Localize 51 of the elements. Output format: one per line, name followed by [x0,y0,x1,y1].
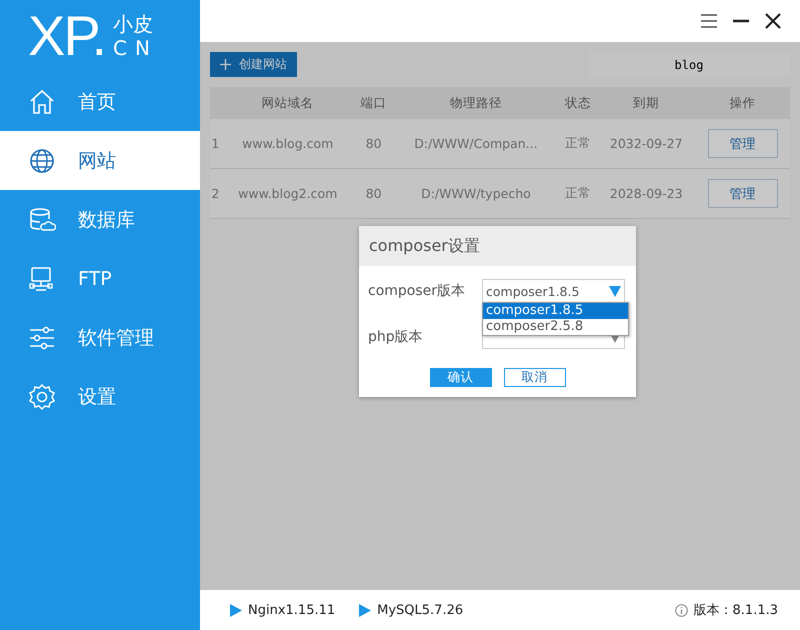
table-cell: 正常 [565,185,592,200]
table-cell: 80 [366,136,382,151]
cancel-button[interactable]: 取消 [504,368,566,387]
sidebar-item[interactable]: 网站 [0,131,200,190]
service-label[interactable]: Nginx1.15.11 [248,602,336,618]
manage-button[interactable]: 管理 [708,179,778,208]
table-cell: D:/WWW/Compan... [414,136,538,151]
sidebar-item[interactable]: 软件管理 [0,308,200,367]
sidebar-item[interactable]: FTP [0,249,200,308]
confirm-button[interactable]: 确认 [430,368,492,387]
globe-icon [28,146,56,174]
play-icon [359,604,372,616]
table-cell: 1 [211,136,220,151]
table-cell: 2028-09-23 [610,186,683,201]
table-cell: www.blog.com [242,136,334,151]
info-icon [674,604,688,616]
logo-text: CN [113,36,158,60]
sidebar-item[interactable]: 数据库 [0,190,200,249]
table-cell: www.blog2.com [238,186,338,201]
field-label: composer版本 [368,282,466,300]
manage-button[interactable]: 管理 [708,129,778,158]
create-site-button[interactable]: 创建网站 [210,52,297,77]
logo-text: 小皮 [113,12,154,36]
play-icon [230,604,242,616]
column-header: 到期 [633,94,660,110]
version-label: 版本：8.1.1.3 [694,602,778,619]
column-header: 状态 [565,94,592,110]
column-header: 端口 [360,94,387,110]
home-icon [28,88,56,116]
field-label: php版本 [368,328,424,346]
column-header: 物理路径 [450,94,502,110]
table-cell: 2032-09-27 [610,136,683,151]
dialog-title: composer设置 [369,236,480,256]
plus-icon [220,59,231,70]
column-header: 网站域名 [262,94,314,110]
column-header: 操作 [730,94,756,110]
dropdown-option[interactable]: composer1.8.5 [483,303,628,319]
table-cell: 2 [211,186,220,201]
service-label[interactable]: MySQL5.7.26 [377,602,464,618]
gear-icon [28,382,56,410]
caret-icon [609,286,621,296]
table-cell: 正常 [565,135,592,150]
sidebar-item[interactable]: 首页 [0,72,200,131]
menu-icon[interactable] [700,12,718,30]
close-icon[interactable] [764,12,782,30]
dropdown-option[interactable]: composer2.5.8 [483,319,628,335]
logo-mark: XP. [28,8,106,64]
sidebar-item[interactable]: 设置 [0,367,200,426]
table-cell: 80 [366,186,382,201]
database-icon [28,206,56,234]
table-cell: D:/WWW/typecho [421,186,531,201]
